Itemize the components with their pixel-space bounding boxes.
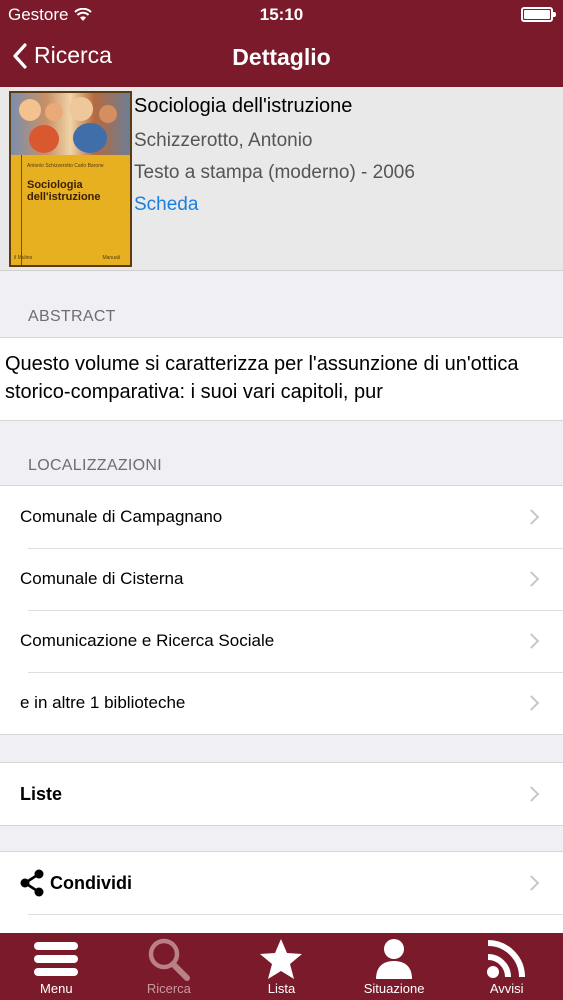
lists-row[interactable]: Liste bbox=[0, 763, 563, 825]
navigation-bar: Ricerca Dettaglio bbox=[0, 30, 563, 87]
status-bar: Gestore 15:10 bbox=[0, 0, 563, 30]
location-row-more[interactable]: e in altre 1 biblioteche bbox=[0, 672, 563, 734]
chevron-right-icon bbox=[523, 786, 540, 802]
tab-lista[interactable]: Lista bbox=[225, 933, 338, 1000]
tab-ricerca[interactable]: Ricerca bbox=[113, 933, 226, 1000]
star-icon bbox=[260, 939, 303, 979]
menu-icon bbox=[34, 942, 79, 976]
abstract-section-label: ABSTRACT bbox=[28, 308, 116, 325]
tab-label: Avvisi bbox=[489, 981, 524, 996]
location-row[interactable]: Comunicazione e Ricerca Sociale bbox=[0, 610, 563, 672]
book-type-year: Testo a stampa (moderno) - 2006 bbox=[134, 162, 415, 183]
location-label: Comunicazione e Ricerca Sociale bbox=[20, 631, 275, 650]
chevron-right-icon bbox=[523, 571, 540, 587]
share-label: Condividi bbox=[50, 872, 132, 893]
locations-section-label: LOCALIZZAZIONI bbox=[28, 457, 162, 474]
next-row-partial[interactable] bbox=[0, 914, 563, 933]
location-row[interactable]: Comunale di Cisterna bbox=[0, 548, 563, 610]
lists-group: Liste bbox=[0, 762, 563, 826]
tab-situazione[interactable]: Situazione bbox=[338, 933, 451, 1000]
book-author: Schizzerotto, Antonio bbox=[134, 130, 313, 151]
book-title: Sociologia dell'istruzione bbox=[134, 95, 353, 117]
cover-spine-line bbox=[21, 155, 22, 265]
cover-publisher: il Mulino bbox=[14, 255, 33, 261]
location-label: Comunale di Cisterna bbox=[20, 569, 184, 588]
tab-label: Lista bbox=[267, 981, 296, 996]
status-time: 15:10 bbox=[259, 5, 304, 24]
battery-icon bbox=[521, 7, 556, 22]
tab-menu[interactable]: Menu bbox=[0, 933, 113, 1000]
book-cover-image: Antonio Schizzerotto Carlo Barone Sociol… bbox=[9, 91, 132, 267]
chevron-right-icon bbox=[523, 875, 540, 891]
locations-list: Comunale di Campagnano Comunale di Ciste… bbox=[0, 485, 563, 735]
chevron-right-icon bbox=[523, 509, 540, 525]
cover-title: Sociologia dell'istruzione bbox=[27, 179, 101, 203]
cover-series: Manuali bbox=[102, 255, 120, 261]
location-label: Comunale di Campagnano bbox=[20, 507, 223, 526]
lists-label: Liste bbox=[20, 783, 63, 804]
tab-avvisi[interactable]: Avvisi bbox=[450, 933, 563, 1000]
cover-authors: Antonio Schizzerotto Carlo Barone bbox=[27, 163, 104, 169]
share-icon bbox=[20, 869, 44, 897]
share-row[interactable]: Condividi bbox=[0, 852, 563, 914]
user-icon bbox=[376, 939, 413, 979]
tab-label: Situazione bbox=[363, 981, 425, 996]
abstract-text: Questo volume si caratterizza per l'assu… bbox=[0, 337, 563, 421]
search-icon bbox=[148, 938, 190, 981]
book-meta: Sociologia dell'istruzione Schizzerotto,… bbox=[134, 95, 415, 216]
rss-icon bbox=[486, 940, 525, 978]
tab-label: Ricerca bbox=[146, 981, 191, 996]
book-header: Antonio Schizzerotto Carlo Barone Sociol… bbox=[0, 87, 563, 271]
page-title: Dettaglio bbox=[232, 44, 331, 70]
tab-bar: Menu Ricerca Lista Situazione Avvisi bbox=[0, 933, 563, 1000]
chevron-right-icon bbox=[523, 695, 540, 711]
location-label: e in altre 1 biblioteche bbox=[20, 693, 186, 712]
location-row[interactable]: Comunale di Campagnano bbox=[0, 486, 563, 548]
tab-label: Menu bbox=[40, 981, 73, 996]
cover-photo bbox=[11, 93, 130, 155]
scheda-link[interactable]: Scheda bbox=[134, 194, 415, 216]
share-group: Condividi bbox=[0, 851, 563, 933]
chevron-right-icon bbox=[523, 633, 540, 649]
